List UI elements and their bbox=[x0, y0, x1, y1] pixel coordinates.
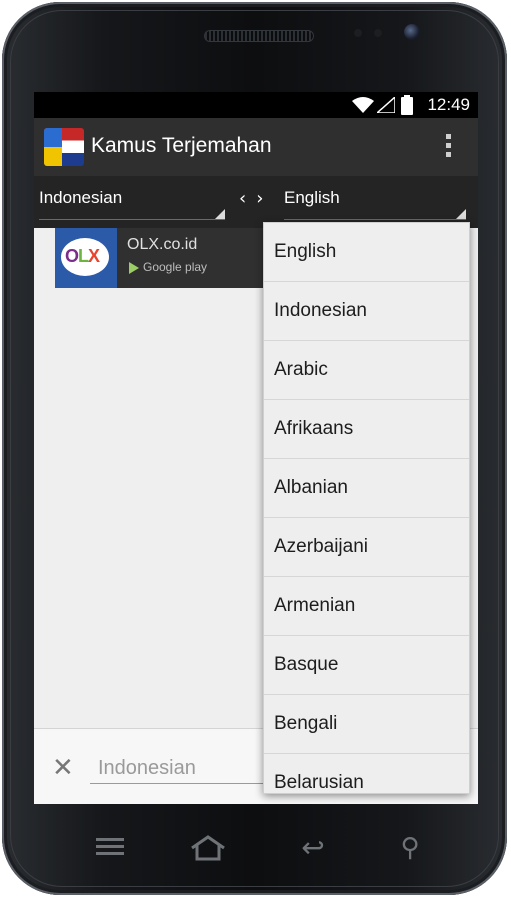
source-language-spinner[interactable]: Indonesian bbox=[39, 188, 225, 220]
dropdown-item-arabic[interactable]: Arabic bbox=[264, 341, 469, 400]
search-key-icon[interactable]: ⚲ bbox=[390, 834, 430, 862]
home-key-icon[interactable] bbox=[188, 834, 228, 862]
language-bar: Indonesian ‹› English bbox=[34, 176, 478, 228]
wifi-icon bbox=[352, 97, 374, 113]
dropdown-item-azerbaijani[interactable]: Azerbaijani bbox=[264, 518, 469, 577]
status-time: 12:49 bbox=[427, 95, 470, 114]
hardware-nav-bar: ↩ ⚲ bbox=[34, 804, 478, 890]
action-bar: Kamus Terjemahan bbox=[34, 118, 478, 176]
dropdown-item-english[interactable]: English bbox=[264, 223, 469, 282]
ad-banner[interactable]: OLX OLX.co.id Google play bbox=[55, 228, 275, 288]
dropdown-item-basque[interactable]: Basque bbox=[264, 636, 469, 695]
ad-title: OLX.co.id bbox=[127, 236, 198, 253]
dropdown-item-armenian[interactable]: Armenian bbox=[264, 577, 469, 636]
back-key-icon[interactable]: ↩ bbox=[293, 834, 333, 862]
dropdown-item-afrikaans[interactable]: Afrikaans bbox=[264, 400, 469, 459]
dropdown-arrow-icon bbox=[456, 209, 466, 219]
dropdown-arrow-icon bbox=[215, 209, 225, 219]
screen: 12:49 Kamus Terjemahan Indonesian ‹› Eng… bbox=[34, 92, 478, 804]
google-play-badge: Google play bbox=[129, 260, 207, 274]
dropdown-item-indonesian[interactable]: Indonesian bbox=[264, 282, 469, 341]
language-dropdown: English Indonesian Arabic Afrikaans Alba… bbox=[263, 222, 470, 794]
google-play-label: Google play bbox=[143, 260, 208, 274]
status-bar: 12:49 bbox=[34, 92, 478, 118]
battery-icon bbox=[401, 95, 413, 115]
play-store-icon bbox=[129, 261, 139, 274]
olx-logo-text: OLX bbox=[65, 246, 100, 266]
light-sensor bbox=[374, 29, 382, 37]
dropdown-item-belarusian[interactable]: Belarusian bbox=[264, 754, 469, 793]
front-camera bbox=[404, 24, 420, 40]
clear-icon[interactable]: ✕ bbox=[52, 755, 74, 781]
app-icon[interactable] bbox=[44, 128, 84, 166]
signal-icon bbox=[377, 97, 395, 113]
proximity-sensor bbox=[354, 29, 362, 37]
app-title: Kamus Terjemahan bbox=[91, 134, 272, 157]
overflow-menu-icon[interactable] bbox=[446, 134, 452, 160]
dropdown-item-bengali[interactable]: Bengali bbox=[264, 695, 469, 754]
target-language-label: English bbox=[284, 188, 340, 207]
olx-logo: OLX bbox=[55, 228, 117, 288]
target-language-spinner[interactable]: English bbox=[284, 188, 466, 220]
text-input[interactable] bbox=[90, 753, 278, 784]
swap-languages-button[interactable]: ‹› bbox=[239, 188, 273, 209]
menu-key-icon[interactable] bbox=[90, 834, 130, 862]
dropdown-item-albanian[interactable]: Albanian bbox=[264, 459, 469, 518]
earpiece-speaker bbox=[204, 30, 314, 42]
source-language-label: Indonesian bbox=[39, 188, 123, 207]
